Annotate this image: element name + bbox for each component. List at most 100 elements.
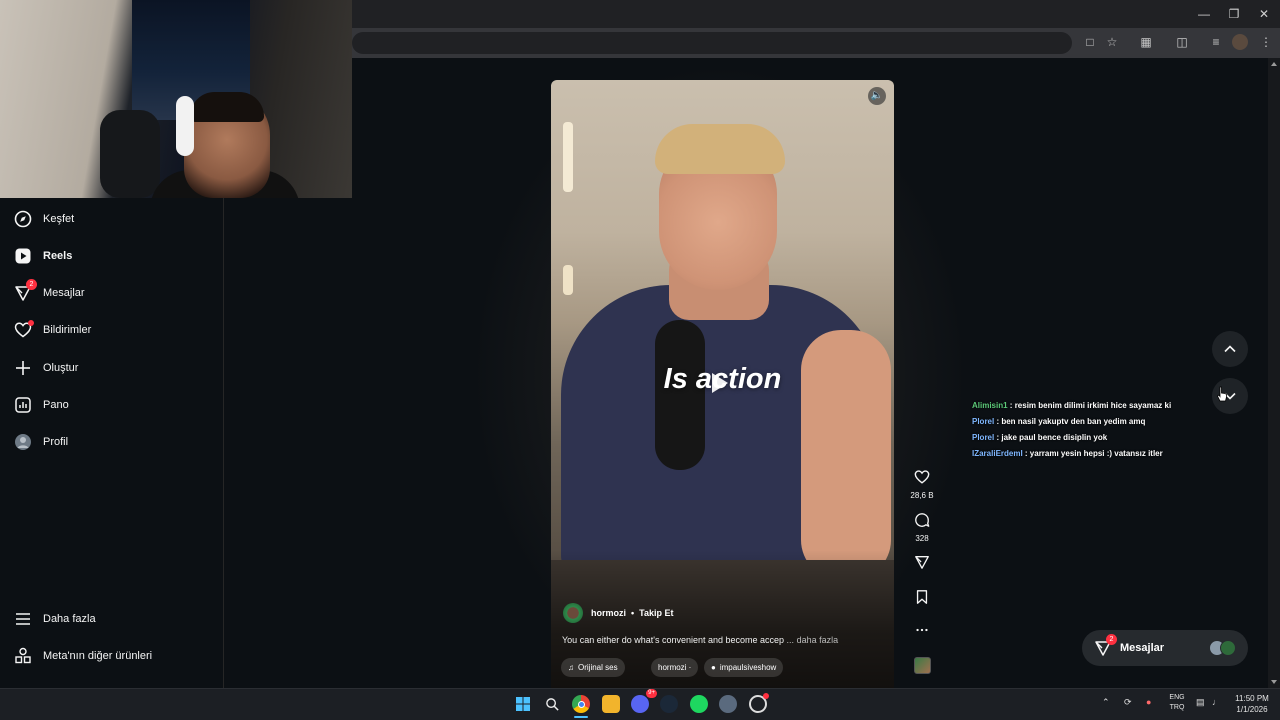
chat-username: Plorel bbox=[972, 433, 995, 442]
side-panel-icon[interactable]: ◫ bbox=[1174, 34, 1190, 50]
more-link[interactable]: daha fazla bbox=[797, 635, 839, 645]
sidebar-item-label: Keşfet bbox=[43, 213, 75, 225]
spotify-icon[interactable] bbox=[690, 695, 708, 713]
page-scrollbar[interactable] bbox=[1268, 58, 1280, 688]
sidebar-item-notifications[interactable]: Bildirimler bbox=[14, 317, 214, 343]
minimize-icon[interactable]: — bbox=[1196, 6, 1212, 22]
messages-bubble[interactable]: 2 Mesajlar bbox=[1082, 630, 1248, 666]
audio-author: hormozi · bbox=[658, 663, 692, 672]
sidebar-item-meta-products[interactable]: Meta'nın diğer ürünleri bbox=[14, 643, 214, 669]
profile-avatar[interactable] bbox=[1232, 34, 1248, 50]
media-queue-icon[interactable]: ≡ bbox=[1208, 34, 1224, 50]
sidebar-item-label: Daha fazla bbox=[43, 613, 96, 625]
language-code: ENG bbox=[1169, 694, 1185, 701]
chevron-up-icon bbox=[1224, 345, 1236, 353]
file-explorer-icon[interactable] bbox=[602, 695, 620, 713]
more-options-button[interactable] bbox=[906, 622, 938, 643]
hamburger-icon bbox=[14, 610, 32, 628]
settings-gear-icon[interactable] bbox=[719, 695, 737, 713]
active-app-indicator bbox=[574, 716, 588, 718]
sidebar-item-profile[interactable]: Profil bbox=[14, 429, 214, 455]
chair bbox=[100, 110, 160, 198]
volume-icon[interactable]: ♩ bbox=[1212, 697, 1221, 707]
chat-message: IZaraliErdemI : yarramı yesin hepsi :) v… bbox=[972, 448, 1172, 459]
chat-username: IZaraliErdemI bbox=[972, 449, 1023, 458]
reel-video[interactable]: Is action 🔈 hormozi • Takip Et You can e… bbox=[551, 80, 894, 688]
audio-label: Orijinal ses bbox=[578, 663, 618, 672]
collab-label: impaulsiveshow bbox=[719, 663, 777, 672]
sidebar-item-label: Pano bbox=[43, 399, 69, 411]
like-button[interactable]: 28,6 B bbox=[906, 469, 938, 500]
sidebar-item-messages[interactable]: 2 Mesajlar bbox=[14, 279, 214, 306]
chevron-up-icon[interactable]: ⌃ bbox=[1102, 697, 1110, 708]
chrome-icon[interactable] bbox=[572, 695, 590, 713]
speaker-hair bbox=[655, 124, 785, 174]
sidebar-item-dashboard[interactable]: Pano bbox=[14, 392, 214, 418]
author-name[interactable]: hormozi bbox=[591, 608, 626, 618]
comment-count: 328 bbox=[915, 534, 929, 543]
chat-text: : jake paul bence disiplin yok bbox=[994, 433, 1108, 442]
sidebar-item-label: Mesajlar bbox=[43, 287, 85, 299]
sidebar-item-more[interactable]: Daha fazla bbox=[14, 606, 214, 632]
discord-icon[interactable]: 9+ bbox=[631, 689, 657, 713]
chat-message: Alimisin1 : resim benim dilimi irkimi hi… bbox=[972, 400, 1172, 411]
audio-chip[interactable]: ♫ Orijinal ses bbox=[561, 658, 625, 677]
apps-icon bbox=[14, 647, 32, 665]
bookmark-icon bbox=[916, 590, 928, 604]
star-icon[interactable]: ☆ bbox=[1104, 34, 1120, 50]
sidebar-item-label: Meta'nın diğer ürünleri bbox=[43, 650, 153, 662]
sidebar-item-reels[interactable]: Reels bbox=[14, 243, 214, 269]
extensions-icon[interactable]: ▦ bbox=[1138, 34, 1154, 50]
follow-button[interactable]: Takip Et bbox=[639, 608, 673, 618]
microphone-icon[interactable]: ● bbox=[1146, 697, 1151, 707]
heart-icon bbox=[14, 320, 34, 339]
author-row: hormozi • Takip Et bbox=[591, 608, 674, 618]
messenger-icon: 2 bbox=[14, 279, 37, 302]
streamer-hair bbox=[190, 92, 264, 122]
share-button[interactable] bbox=[906, 554, 938, 575]
obs-icon[interactable] bbox=[749, 693, 769, 713]
save-button[interactable] bbox=[906, 589, 938, 610]
chat-username: Alimisin1 bbox=[972, 401, 1008, 410]
play-icon[interactable] bbox=[712, 373, 728, 393]
install-app-icon[interactable]: □ bbox=[1082, 34, 1098, 50]
sidebar-item-create[interactable]: Oluştur bbox=[14, 355, 214, 381]
collab-chip[interactable]: ● impaulsiveshow bbox=[704, 658, 784, 677]
audio-author-chip[interactable]: hormozi · bbox=[651, 658, 699, 677]
search-icon[interactable] bbox=[543, 695, 561, 713]
author-avatar[interactable] bbox=[563, 603, 583, 623]
steam-icon[interactable] bbox=[660, 695, 678, 713]
clock-date: 1/1/2026 bbox=[1236, 705, 1268, 714]
kebab-menu-icon[interactable]: ⋮ bbox=[1258, 34, 1274, 50]
ellipsis: ... bbox=[784, 635, 797, 645]
lamp-light bbox=[563, 265, 573, 295]
notification-badge: 2 bbox=[1106, 634, 1117, 645]
avatar bbox=[1220, 640, 1236, 656]
audio-thumbnail[interactable] bbox=[914, 657, 931, 674]
sync-icon[interactable]: ⟳ bbox=[1124, 697, 1132, 708]
sidebar-item-explore[interactable]: Keşfet bbox=[14, 206, 214, 232]
compass-icon bbox=[14, 210, 32, 228]
messenger-icon: 2 bbox=[1094, 634, 1117, 657]
person-icon: ● bbox=[711, 663, 716, 672]
system-clock[interactable]: 11:50 PM 1/1/2026 bbox=[1228, 693, 1276, 715]
lamp-light bbox=[563, 122, 573, 192]
clock-time: 11:50 PM bbox=[1235, 694, 1269, 703]
restore-icon[interactable]: ❐ bbox=[1226, 6, 1242, 22]
windows-start-icon[interactable] bbox=[514, 695, 532, 713]
messages-label: Mesajlar bbox=[1120, 642, 1165, 654]
language-indicator[interactable]: ENG TRQ bbox=[1166, 693, 1188, 713]
network-icon[interactable]: ▤ bbox=[1196, 697, 1205, 708]
sidebar-item-label: Reels bbox=[43, 250, 73, 262]
close-icon[interactable]: ✕ bbox=[1256, 6, 1272, 22]
chat-username: Plorel bbox=[972, 417, 995, 426]
mute-icon[interactable]: 🔈 bbox=[868, 87, 886, 105]
address-bar[interactable] bbox=[352, 32, 1072, 54]
comment-button[interactable]: 328 bbox=[906, 512, 938, 543]
description-text: You can either do what's convenient and … bbox=[562, 635, 785, 645]
share-icon bbox=[915, 556, 929, 569]
webcam-overlay bbox=[0, 0, 352, 198]
ellipsis-icon bbox=[916, 628, 928, 632]
previous-reel-button[interactable] bbox=[1212, 331, 1248, 367]
headset-icon bbox=[176, 96, 194, 156]
